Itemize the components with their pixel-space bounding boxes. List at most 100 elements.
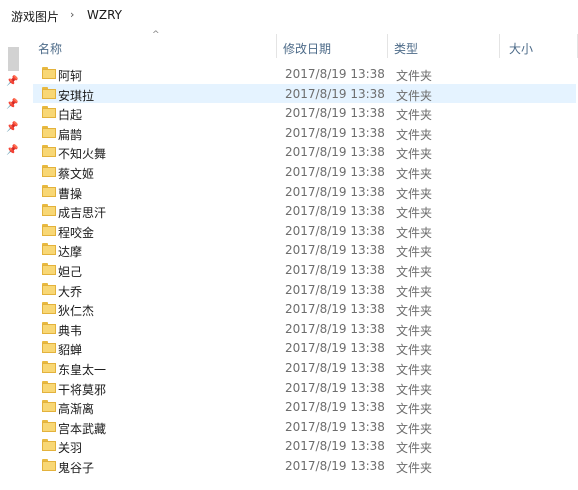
column-header-size[interactable]: 大小 [509, 40, 533, 57]
file-row[interactable]: 大乔 2017/8/19 13:38 文件夹 [33, 280, 576, 299]
breadcrumb-item-current[interactable]: WZRY [87, 8, 122, 22]
file-type: 文件夹 [396, 89, 433, 103]
file-name[interactable]: 妲己 [58, 263, 82, 280]
column-header-bar: ^ 名称 修改日期 类型 大小 [28, 30, 578, 60]
file-row[interactable]: 曹操 2017/8/19 13:38 文件夹 [33, 182, 576, 201]
file-modified-date: 2017/8/19 13:38 [285, 283, 385, 297]
file-name[interactable]: 成吉思汗 [58, 204, 106, 221]
file-name[interactable]: 大乔 [58, 283, 82, 300]
column-divider[interactable] [387, 34, 388, 58]
folder-icon [42, 145, 56, 157]
column-divider[interactable] [276, 34, 277, 58]
folder-icon [42, 204, 56, 216]
file-name[interactable]: 扁鹊 [58, 126, 82, 143]
file-row[interactable]: 白起 2017/8/19 13:38 文件夹 [33, 103, 576, 122]
column-header-name[interactable]: 名称 [38, 40, 62, 57]
file-name[interactable]: 达摩 [58, 243, 82, 260]
file-type: 文件夹 [396, 285, 433, 299]
file-modified-date: 2017/8/19 13:38 [285, 67, 385, 81]
folder-icon [42, 165, 56, 177]
file-name[interactable]: 曹操 [58, 185, 82, 202]
folder-icon [42, 439, 56, 451]
file-row[interactable]: 不知火舞 2017/8/19 13:38 文件夹 [33, 142, 576, 161]
file-name[interactable]: 阿轲 [58, 67, 82, 84]
pin-icon[interactable]: 📌 [6, 76, 18, 88]
file-row[interactable]: 关羽 2017/8/19 13:38 文件夹 [33, 436, 576, 455]
folder-icon [42, 381, 56, 393]
file-name[interactable]: 东皇太一 [58, 361, 106, 378]
file-row[interactable]: 宫本武藏 2017/8/19 13:38 文件夹 [33, 417, 576, 436]
pin-icon[interactable]: 📌 [6, 145, 18, 157]
file-modified-date: 2017/8/19 13:38 [285, 126, 385, 140]
file-row[interactable]: 蔡文姬 2017/8/19 13:38 文件夹 [33, 162, 576, 181]
file-type: 文件夹 [396, 69, 433, 83]
file-name[interactable]: 关羽 [58, 439, 82, 456]
folder-icon [42, 400, 56, 412]
file-type: 文件夹 [396, 226, 433, 240]
file-modified-date: 2017/8/19 13:38 [285, 106, 385, 120]
file-modified-date: 2017/8/19 13:38 [285, 224, 385, 238]
file-row[interactable]: 鬼谷子 2017/8/19 13:38 文件夹 [33, 456, 576, 475]
folder-icon [42, 126, 56, 138]
file-name[interactable]: 程咬金 [58, 224, 94, 241]
file-name[interactable]: 狄仁杰 [58, 302, 94, 319]
file-modified-date: 2017/8/19 13:38 [285, 322, 385, 336]
file-name[interactable]: 不知火舞 [58, 145, 106, 162]
file-name[interactable]: 高渐离 [58, 400, 94, 417]
folder-icon [42, 106, 56, 118]
file-type: 文件夹 [396, 363, 433, 377]
file-name[interactable]: 安琪拉 [58, 87, 94, 104]
file-name[interactable]: 典韦 [58, 322, 82, 339]
file-row[interactable]: 扁鹊 2017/8/19 13:38 文件夹 [33, 123, 576, 142]
file-row[interactable]: 妲己 2017/8/19 13:38 文件夹 [33, 260, 576, 279]
file-name[interactable]: 宫本武藏 [58, 420, 106, 437]
pin-icon[interactable]: 📌 [6, 99, 18, 111]
file-type: 文件夹 [396, 245, 433, 259]
file-row[interactable]: 程咬金 2017/8/19 13:38 文件夹 [33, 221, 576, 240]
file-name[interactable]: 鬼谷子 [58, 459, 94, 476]
folder-icon [42, 185, 56, 197]
file-name[interactable]: 貂蝉 [58, 341, 82, 358]
file-type: 文件夹 [396, 108, 433, 122]
file-row[interactable]: 阿轲 2017/8/19 13:38 文件夹 [33, 64, 576, 83]
file-modified-date: 2017/8/19 13:38 [285, 204, 385, 218]
breadcrumb-item-parent[interactable]: 游戏图片 [11, 8, 59, 25]
pin-icon[interactable]: 📌 [6, 122, 18, 134]
file-modified-date: 2017/8/19 13:38 [285, 459, 385, 473]
file-type: 文件夹 [396, 402, 433, 416]
file-row[interactable]: 成吉思汗 2017/8/19 13:38 文件夹 [33, 201, 576, 220]
file-type: 文件夹 [396, 422, 433, 436]
file-modified-date: 2017/8/19 13:38 [285, 263, 385, 277]
file-row[interactable]: 典韦 2017/8/19 13:38 文件夹 [33, 319, 576, 338]
column-header-modified[interactable]: 修改日期 [283, 40, 331, 57]
file-row[interactable]: 狄仁杰 2017/8/19 13:38 文件夹 [33, 299, 576, 318]
file-modified-date: 2017/8/19 13:38 [285, 381, 385, 395]
file-row[interactable]: 东皇太一 2017/8/19 13:38 文件夹 [33, 358, 576, 377]
column-header-type[interactable]: 类型 [394, 40, 418, 57]
column-divider[interactable] [499, 34, 500, 58]
file-type: 文件夹 [396, 383, 433, 397]
file-modified-date: 2017/8/19 13:38 [285, 145, 385, 159]
file-modified-date: 2017/8/19 13:38 [285, 302, 385, 316]
file-row[interactable]: 安琪拉 2017/8/19 13:38 文件夹 [33, 84, 576, 103]
breadcrumb-separator-icon[interactable]: › [70, 8, 74, 21]
navigation-scrollbar[interactable] [8, 47, 19, 71]
folder-icon [42, 67, 56, 79]
file-name[interactable]: 蔡文姬 [58, 165, 94, 182]
folder-icon [42, 361, 56, 373]
file-type: 文件夹 [396, 461, 433, 475]
file-type: 文件夹 [396, 128, 433, 142]
folder-icon [42, 224, 56, 236]
file-name[interactable]: 干将莫邪 [58, 381, 106, 398]
navigation-pane: 📌 📌 📌 📌 [0, 30, 28, 490]
folder-icon [42, 87, 56, 99]
file-row[interactable]: 貂蝉 2017/8/19 13:38 文件夹 [33, 338, 576, 357]
file-name[interactable]: 白起 [58, 106, 82, 123]
file-row[interactable]: 干将莫邪 2017/8/19 13:38 文件夹 [33, 378, 576, 397]
sort-ascending-icon: ^ [152, 30, 160, 40]
file-type: 文件夹 [396, 343, 433, 357]
file-row[interactable]: 高渐离 2017/8/19 13:38 文件夹 [33, 397, 576, 416]
file-row[interactable]: 达摩 2017/8/19 13:38 文件夹 [33, 240, 576, 259]
file-modified-date: 2017/8/19 13:38 [285, 165, 385, 179]
folder-icon [42, 420, 56, 432]
